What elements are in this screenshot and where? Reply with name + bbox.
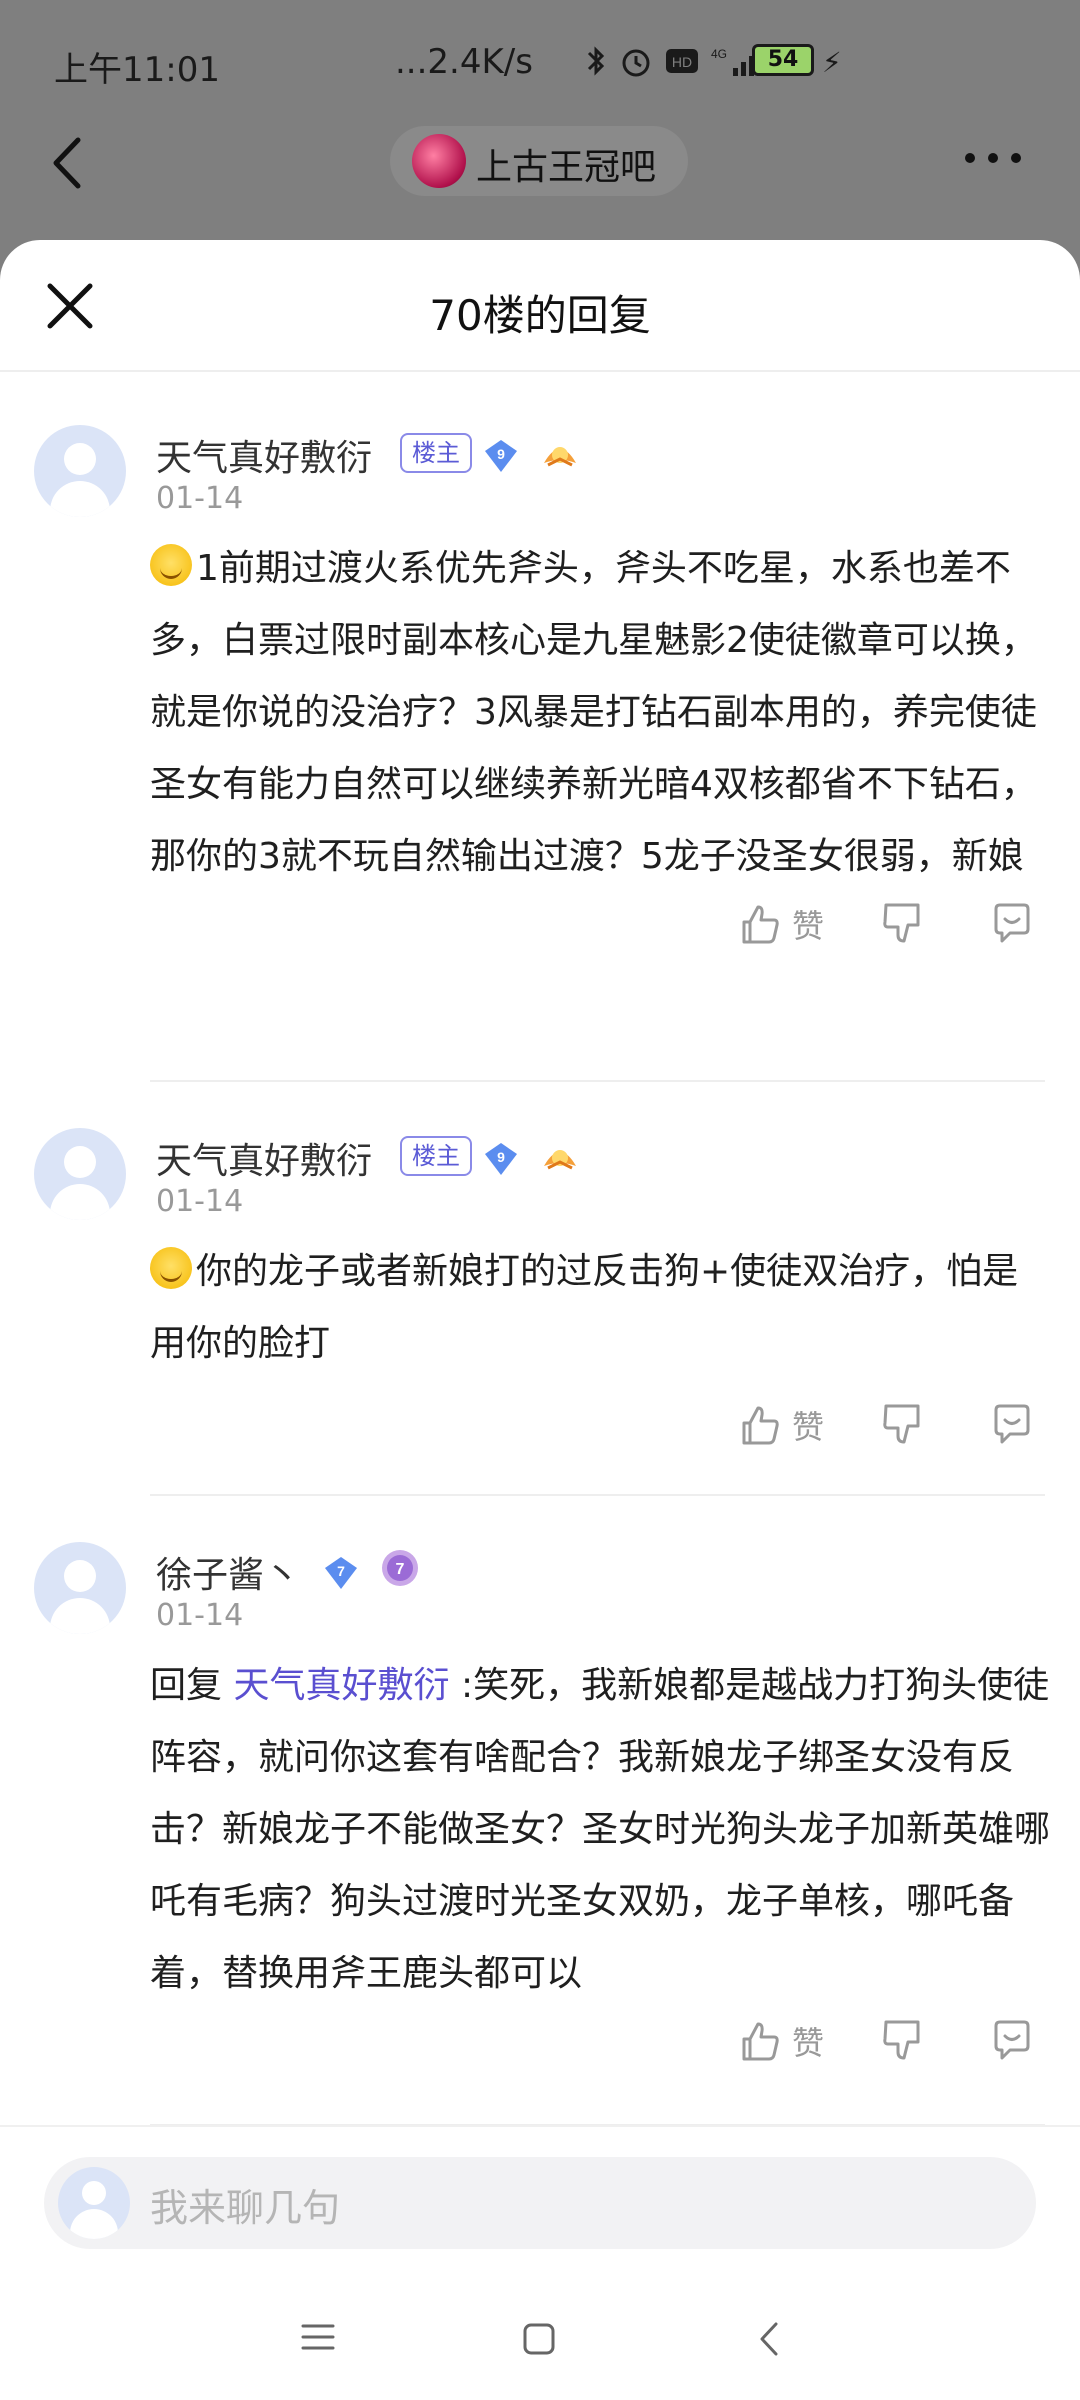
hd-icon: HD bbox=[666, 49, 698, 73]
reply-item: 天气真好敷衍 楼主 9 01-14 1前期过渡火系优先斧头，斧头不吃星，水系也差… bbox=[0, 425, 1080, 965]
reply-text: :笑死，我新娘都是越战力打狗头使徒阵容，就问你这套有啥配合？我新娘龙子绑圣女没有… bbox=[150, 1665, 1050, 1994]
thumb-down-icon[interactable] bbox=[880, 1402, 924, 1446]
chevron-left-icon[interactable] bbox=[40, 128, 100, 198]
reply-input-bar: 我来聊几句 bbox=[0, 2125, 1080, 2272]
comment-icon[interactable] bbox=[990, 901, 1034, 945]
comment-icon[interactable] bbox=[990, 1402, 1034, 1446]
reply-item: 徐子酱丶 7 7 01-14 回复 天气真好敷衍 :笑死，我新娘都是越战力打狗头… bbox=[0, 1542, 1080, 2102]
level-number: 9 bbox=[497, 1149, 505, 1165]
forum-name[interactable]: 上古王冠吧 bbox=[476, 138, 656, 190]
thumb-down-icon[interactable] bbox=[880, 901, 924, 945]
level-number: 9 bbox=[497, 446, 505, 462]
smile-emoji-icon bbox=[150, 544, 192, 586]
back-triangle-icon[interactable] bbox=[756, 2320, 782, 2358]
level-badge-icon: 9 bbox=[485, 1143, 517, 1175]
sheet-title: 70楼的回复 bbox=[429, 291, 651, 340]
svg-text:7: 7 bbox=[396, 1561, 405, 1578]
reply-prefix: 回复 bbox=[150, 1665, 223, 1706]
sheet-header: 70楼的回复 bbox=[0, 240, 1080, 372]
post-date: 01-14 bbox=[156, 1598, 244, 1633]
post-date: 01-14 bbox=[156, 481, 244, 516]
reply-input-placeholder[interactable]: 我来聊几句 bbox=[150, 2177, 340, 2232]
owner-badge: 楼主 bbox=[400, 433, 472, 473]
status-bar: 上午11:01 ...2.4K/s HD 4G 54 ⚡ bbox=[0, 0, 1080, 120]
like-label: 赞 bbox=[792, 907, 825, 945]
like-button[interactable]: 赞 bbox=[738, 901, 824, 947]
alarm-icon bbox=[622, 49, 650, 77]
mention-link[interactable]: 天气真好敷衍 bbox=[233, 1665, 449, 1706]
reply-content: 回复 天气真好敷衍 :笑死，我新娘都是越战力打狗头使徒阵容，就问你这套有啥配合？… bbox=[150, 1650, 1050, 2010]
menu-icon[interactable] bbox=[300, 2322, 336, 2352]
reply-actions: 赞 bbox=[0, 895, 1080, 965]
status-icons: HD 4G bbox=[585, 44, 769, 78]
divider bbox=[150, 1080, 1045, 1082]
charging-icon: ⚡ bbox=[822, 46, 842, 79]
reply-content: 1前期过渡火系优先斧头，斧头不吃星，水系也差不多，白票过限时副本核心是九星魅影2… bbox=[150, 533, 1050, 893]
username[interactable]: 徐子酱丶 bbox=[156, 1546, 300, 1598]
reply-text: 你的龙子或者新娘打的过反击狗+使徒双治疗，怕是用你的脸打 bbox=[150, 1251, 1019, 1364]
thumb-up-icon bbox=[742, 2022, 779, 2061]
username[interactable]: 天气真好敷衍 bbox=[156, 429, 372, 481]
like-label: 赞 bbox=[792, 2024, 825, 2062]
thumb-up-icon bbox=[742, 1406, 779, 1445]
post-date: 01-14 bbox=[156, 1184, 244, 1219]
like-label: 赞 bbox=[792, 1408, 825, 1446]
level-number: 7 bbox=[337, 1563, 345, 1579]
reply-actions: 赞 bbox=[0, 1396, 1080, 1466]
username[interactable]: 天气真好敷衍 bbox=[156, 1132, 372, 1184]
level-badge-icon: 7 bbox=[325, 1557, 357, 1589]
system-nav-bar bbox=[0, 2270, 1080, 2400]
network-speed: ...2.4K/s bbox=[395, 42, 533, 82]
status-time: 上午11:01 bbox=[54, 50, 220, 90]
battery-icon: 54 bbox=[752, 44, 814, 76]
like-button[interactable]: 赞 bbox=[738, 2018, 824, 2064]
svg-text:4G: 4G bbox=[711, 47, 727, 61]
reply-content: 你的龙子或者新娘打的过反击狗+使徒双治疗，怕是用你的脸打 bbox=[150, 1236, 1050, 1380]
forum-avatar bbox=[412, 134, 466, 188]
level-seven-medal-icon: 7 bbox=[382, 1550, 418, 1586]
thumb-down-icon[interactable] bbox=[880, 2018, 924, 2062]
avatar[interactable] bbox=[34, 1128, 126, 1220]
smile-emoji-icon bbox=[150, 1247, 192, 1289]
medal-icon bbox=[544, 447, 576, 467]
home-square-icon[interactable] bbox=[522, 2322, 556, 2356]
avatar[interactable] bbox=[34, 425, 126, 517]
level-badge-icon: 9 bbox=[485, 440, 517, 472]
svg-text:HD: HD bbox=[672, 54, 692, 70]
reply-actions: 赞 bbox=[0, 2012, 1080, 2082]
owner-badge: 楼主 bbox=[400, 1136, 472, 1176]
replies-sheet: 70楼的回复 天气真好敷衍 楼主 9 01-14 1前期过渡火系优先斧头，斧头不… bbox=[0, 240, 1080, 2400]
reply-item: 天气真好敷衍 楼主 9 01-14 你的龙子或者新娘打的过反击狗+使徒双治疗，怕… bbox=[0, 1128, 1080, 1446]
medal-icon bbox=[544, 1150, 576, 1170]
avatar[interactable] bbox=[34, 1542, 126, 1634]
thumb-up-icon bbox=[742, 905, 779, 944]
more-horizontal-icon[interactable] bbox=[962, 148, 1024, 168]
reply-text: 1前期过渡火系优先斧头，斧头不吃星，水系也差不多，白票过限时副本核心是九星魅影2… bbox=[150, 548, 1037, 877]
like-button[interactable]: 赞 bbox=[738, 1402, 824, 1448]
bluetooth-icon bbox=[587, 46, 605, 76]
divider bbox=[150, 1494, 1045, 1496]
my-avatar bbox=[58, 2167, 130, 2239]
comment-icon[interactable] bbox=[990, 2018, 1034, 2062]
